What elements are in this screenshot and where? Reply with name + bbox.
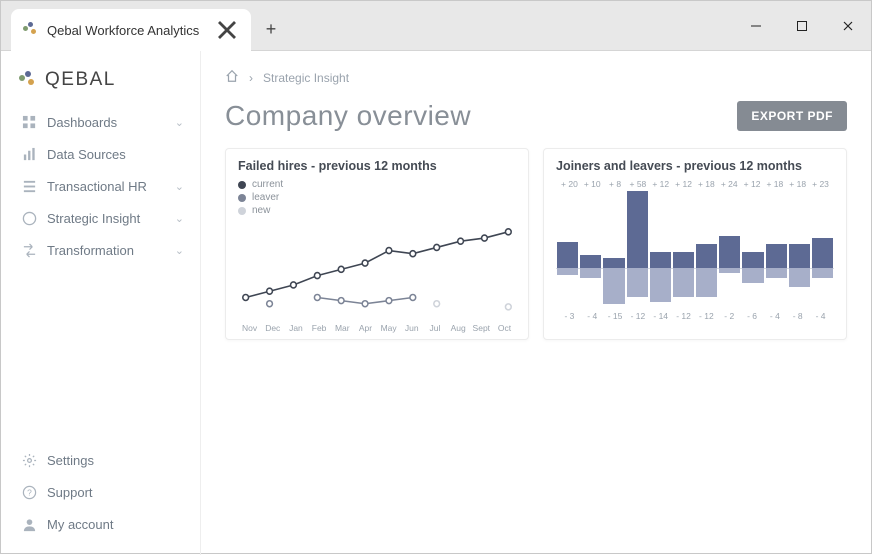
sidebar-item-label: Strategic Insight bbox=[47, 211, 140, 226]
brand-name: QEBAL bbox=[45, 69, 116, 91]
user-icon bbox=[21, 516, 37, 532]
brand-logo: QEBAL bbox=[19, 69, 186, 91]
sidebar-item-dashboards[interactable]: Dashboards ⌄ bbox=[15, 107, 190, 137]
sidebar-item-data-sources[interactable]: Data Sources bbox=[15, 139, 190, 169]
chevron-down-icon: ⌄ bbox=[175, 180, 184, 193]
nav-bottom: Settings ? Support My account bbox=[15, 445, 190, 539]
sidebar-item-support[interactable]: ? Support bbox=[15, 477, 190, 507]
close-window-button[interactable] bbox=[825, 1, 871, 50]
bars-icon bbox=[21, 146, 37, 162]
sidebar-item-label: Settings bbox=[47, 453, 94, 468]
page-title: Company overview bbox=[225, 100, 471, 132]
joiners-leavers-chart bbox=[556, 189, 834, 309]
card-failed-hires: Failed hires - previous 12 months curren… bbox=[225, 148, 529, 340]
transform-icon bbox=[21, 242, 37, 258]
card-title: Failed hires - previous 12 months bbox=[238, 159, 516, 173]
sidebar-item-label: Transformation bbox=[47, 243, 134, 258]
card-joiners-leavers: Joiners and leavers - previous 12 months… bbox=[543, 148, 847, 340]
chevron-down-icon: ⌄ bbox=[175, 244, 184, 257]
bar-chart-top-labels: + 20+ 10+ 8+ 58+ 12+ 12+ 18+ 24+ 12+ 18+… bbox=[556, 179, 834, 189]
app-favicon bbox=[23, 22, 39, 38]
sidebar-item-label: Dashboards bbox=[47, 115, 117, 130]
dashboard-icon bbox=[21, 114, 37, 130]
sidebar-item-label: My account bbox=[47, 517, 113, 532]
window-controls bbox=[733, 1, 871, 50]
sidebar-item-settings[interactable]: Settings bbox=[15, 445, 190, 475]
sidebar-item-transformation[interactable]: Transformation ⌄ bbox=[15, 235, 190, 265]
sidebar-item-transactional-hr[interactable]: Transactional HR ⌄ bbox=[15, 171, 190, 201]
gear-icon bbox=[21, 452, 37, 468]
bar-chart-bottom-labels: - 3- 4- 15- 12- 14- 12- 12- 2- 6- 4- 8- … bbox=[556, 309, 834, 321]
chevron-right-icon: › bbox=[249, 71, 253, 85]
sidebar-item-strategic-insight[interactable]: Strategic Insight ⌄ bbox=[15, 203, 190, 233]
main-content: › Strategic Insight Company overview EXP… bbox=[201, 51, 871, 555]
sidebar-item-label: Data Sources bbox=[47, 147, 126, 162]
sidebar: QEBAL Dashboards ⌄ Data Sources Transact… bbox=[1, 51, 201, 555]
help-icon: ? bbox=[21, 484, 37, 500]
line-chart-xaxis: NovDecJanFebMarAprMayJunJulAugSeptOct bbox=[238, 321, 516, 335]
close-tab-button[interactable] bbox=[215, 18, 239, 42]
browser-tab[interactable]: Qebal Workforce Analytics bbox=[11, 9, 251, 51]
nav-main: Dashboards ⌄ Data Sources Transactional … bbox=[15, 107, 190, 265]
card-title: Joiners and leavers - previous 12 months bbox=[556, 159, 834, 173]
minimize-button[interactable] bbox=[733, 1, 779, 50]
chevron-down-icon: ⌄ bbox=[175, 116, 184, 129]
failed-hires-chart bbox=[238, 218, 516, 316]
line-chart-legend: current leaver new bbox=[238, 179, 516, 216]
sidebar-item-my-account[interactable]: My account bbox=[15, 509, 190, 539]
home-icon[interactable] bbox=[225, 69, 239, 86]
maximize-button[interactable] bbox=[779, 1, 825, 50]
compass-icon bbox=[21, 210, 37, 226]
window-titlebar: Qebal Workforce Analytics + bbox=[1, 1, 871, 51]
breadcrumb-current: Strategic Insight bbox=[263, 71, 349, 85]
sidebar-item-label: Support bbox=[47, 485, 93, 500]
tab-title: Qebal Workforce Analytics bbox=[47, 23, 199, 38]
chevron-down-icon: ⌄ bbox=[175, 212, 184, 225]
sidebar-item-label: Transactional HR bbox=[47, 179, 147, 194]
new-tab-button[interactable]: + bbox=[251, 9, 291, 50]
list-icon bbox=[21, 178, 37, 194]
svg-text:?: ? bbox=[27, 487, 32, 497]
breadcrumb: › Strategic Insight bbox=[225, 69, 847, 86]
export-pdf-button[interactable]: EXPORT PDF bbox=[737, 101, 847, 131]
